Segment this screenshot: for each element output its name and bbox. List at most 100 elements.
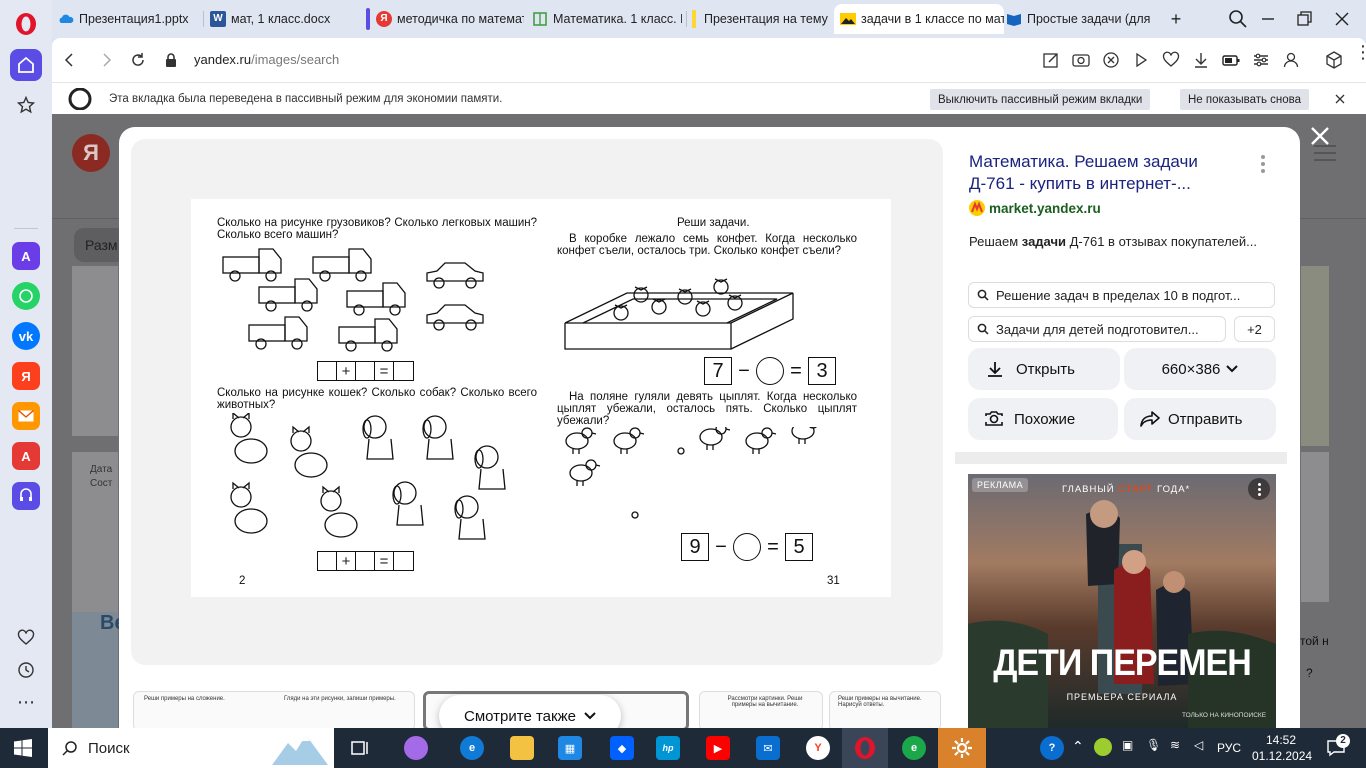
sidebar-divider xyxy=(14,228,38,229)
history-button[interactable] xyxy=(10,654,42,686)
thumbnail[interactable]: Рассмотри картинки. Реши примеры на вычи… xyxy=(699,691,823,728)
tab-simple-tasks[interactable]: Простые задачи (для xyxy=(1006,6,1150,32)
easy-setup-icon[interactable] xyxy=(1251,50,1271,70)
source-description: Решаем задачи Д-761 в отзывах покупателе… xyxy=(969,234,1277,249)
download-icon[interactable] xyxy=(1191,50,1211,70)
reload-icon[interactable] xyxy=(128,50,148,70)
minus-sign: − xyxy=(715,535,727,558)
dont-show-again-button[interactable]: Не показывать снова xyxy=(1180,89,1310,110)
image-viewer: Сколько на рисунке грузовиков? Сколько л… xyxy=(119,127,1300,737)
similar-label: Похожие xyxy=(1014,410,1076,428)
tab-group-marker xyxy=(366,8,370,30)
taskbar-dropbox-icon[interactable]: ◆ xyxy=(610,736,634,760)
sidebar-yandex-icon[interactable]: Я xyxy=(12,362,40,390)
answer-boxes-2: + = xyxy=(317,551,414,571)
more-queries-chip[interactable]: +2 xyxy=(1234,316,1275,342)
sidebar-translate-icon[interactable]: A xyxy=(12,442,40,470)
favorites-button[interactable] xyxy=(10,622,42,654)
tray-wifi-icon[interactable]: ≋ xyxy=(1170,738,1180,752)
restore-icon[interactable] xyxy=(1292,7,1316,31)
snapshot-icon[interactable] xyxy=(1071,50,1091,70)
extensions-icon[interactable] xyxy=(1324,50,1344,70)
taskbar-mail-icon[interactable]: ✉ xyxy=(756,736,780,760)
new-tab-button[interactable]: + xyxy=(1164,7,1188,31)
opera-logo-icon[interactable] xyxy=(14,12,38,36)
taskbar-alice-icon[interactable] xyxy=(404,736,428,760)
forward-icon[interactable] xyxy=(96,50,116,70)
thumbnail[interactable]: Реши примеры на вычитание. Нарисуй ответ… xyxy=(829,691,941,728)
tray-chevron-up-icon[interactable]: ⌃ xyxy=(1072,738,1084,755)
tab-tasks-active[interactable]: задачи в 1 классе по мат xyxy=(834,4,1004,34)
taskbar-green-app-icon[interactable]: e xyxy=(902,736,926,760)
task-view-icon[interactable] xyxy=(348,736,372,760)
taskbar-search-box[interactable]: Поиск xyxy=(48,728,334,768)
source-site-link[interactable]: market.yandex.ru xyxy=(969,200,1101,216)
sidebar-aria-icon[interactable]: A xyxy=(12,242,40,270)
gear-icon xyxy=(952,738,972,758)
bg-text-date: Дата xyxy=(90,464,113,475)
close-window-icon[interactable] xyxy=(1330,7,1354,31)
taskbar-yandex-browser-icon[interactable]: Y xyxy=(806,736,830,760)
sidebar-more-icon[interactable]: ⋯ xyxy=(10,686,42,718)
tray-date[interactable]: 01.12.2024 xyxy=(1252,749,1312,763)
taskbar-opera-active[interactable] xyxy=(842,728,888,768)
source-title-link[interactable]: Математика. Решаем задачи Д-761 - купить… xyxy=(969,151,1229,195)
tab-math-docx[interactable]: W мат, 1 класс.docx xyxy=(210,6,360,32)
related-query-chip-1[interactable]: Решение задач в пределах 10 в подгот... xyxy=(968,282,1275,308)
tab-math-grade1[interactable]: Математика. 1 класс. Г xyxy=(532,6,682,32)
desc-text: Д-761 в отзывах покупателей... xyxy=(1066,234,1257,249)
sidebar-music-icon[interactable] xyxy=(12,482,40,510)
taskbar-hp-icon[interactable]: hp xyxy=(656,736,680,760)
tray-language[interactable]: РУС xyxy=(1217,741,1241,755)
taskbar-edge-icon[interactable]: e xyxy=(460,736,484,760)
bg-text-right: той н xyxy=(1300,634,1329,648)
lock-icon[interactable] xyxy=(164,52,178,68)
open-image-button[interactable]: Открыть xyxy=(968,348,1120,390)
taskbar-settings-active[interactable] xyxy=(938,728,986,768)
minimize-icon[interactable] xyxy=(1256,7,1280,31)
ad-banner[interactable]: РЕКЛАМА ГЛАВНЫЙ СТАРТ ГОДА* ДЕТИ ПЕРЕМЕН… xyxy=(968,474,1276,728)
ad-more-icon[interactable] xyxy=(1248,478,1270,500)
tab-search-icon[interactable] xyxy=(1226,7,1250,31)
bookmarks-button[interactable] xyxy=(10,89,42,121)
more-options-icon[interactable] xyxy=(1261,155,1265,173)
sidebar-mail-icon[interactable] xyxy=(12,402,40,430)
player-icon[interactable] xyxy=(1131,50,1151,70)
tray-time[interactable]: 14:52 xyxy=(1266,733,1296,747)
bookmark-heart-icon[interactable] xyxy=(1161,50,1181,70)
adblock-icon[interactable] xyxy=(1101,50,1121,70)
notify-close-icon[interactable] xyxy=(1334,93,1346,105)
share-label: Отправить xyxy=(1168,410,1243,428)
tray-app-icon[interactable] xyxy=(1094,738,1112,756)
profile-icon[interactable] xyxy=(1281,50,1301,70)
similar-images-button[interactable]: Похожие xyxy=(968,398,1118,440)
image-size-dropdown[interactable]: 660×386 xyxy=(1124,348,1276,390)
address-menu-icon[interactable]: ⋮ xyxy=(1354,43,1366,61)
home-button[interactable] xyxy=(10,49,42,81)
sidebar-whatsapp-icon[interactable] xyxy=(12,282,40,310)
taskbar-explorer-icon[interactable] xyxy=(510,736,534,760)
disable-passive-mode-button[interactable]: Выключить пассивный режим вкладки xyxy=(930,89,1151,110)
windows-start-icon[interactable] xyxy=(14,739,32,757)
tray-camera-icon[interactable]: ▣ xyxy=(1122,738,1133,752)
tray-volume-icon[interactable]: ◁ xyxy=(1194,738,1203,752)
share-arrow-icon xyxy=(1140,411,1160,427)
taskbar-youtube-icon[interactable]: ▶ xyxy=(706,736,730,760)
back-icon[interactable] xyxy=(60,50,80,70)
share-button[interactable]: Отправить xyxy=(1124,398,1276,440)
tab-methodichka[interactable]: Я методичка по математ xyxy=(366,6,524,32)
taskbar-store-icon[interactable]: ▦ xyxy=(558,736,582,760)
tab-presentation-pptx[interactable]: Презентация1.pptx xyxy=(58,6,198,32)
desc-bold: задачи xyxy=(1021,234,1066,249)
close-viewer-icon[interactable] xyxy=(1308,124,1332,148)
tray-mic-icon[interactable]: 🎙 xyxy=(1146,738,1161,752)
image-preview[interactable]: Сколько на рисунке грузовиков? Сколько л… xyxy=(131,139,943,665)
edit-page-icon[interactable] xyxy=(1041,50,1061,70)
battery-saver-icon[interactable] xyxy=(1221,50,1241,70)
related-query-chip-2[interactable]: Задачи для детей подготовител... xyxy=(968,316,1226,342)
cat-icon xyxy=(230,413,268,464)
help-icon[interactable]: ? xyxy=(1040,736,1064,760)
sidebar-vk-icon[interactable]: vk xyxy=(12,322,40,350)
thumbnail[interactable]: Реши примеры на сложение. Гляди на эти р… xyxy=(133,691,415,728)
tab-presentation-topic[interactable]: Презентация на тему xyxy=(692,6,832,32)
